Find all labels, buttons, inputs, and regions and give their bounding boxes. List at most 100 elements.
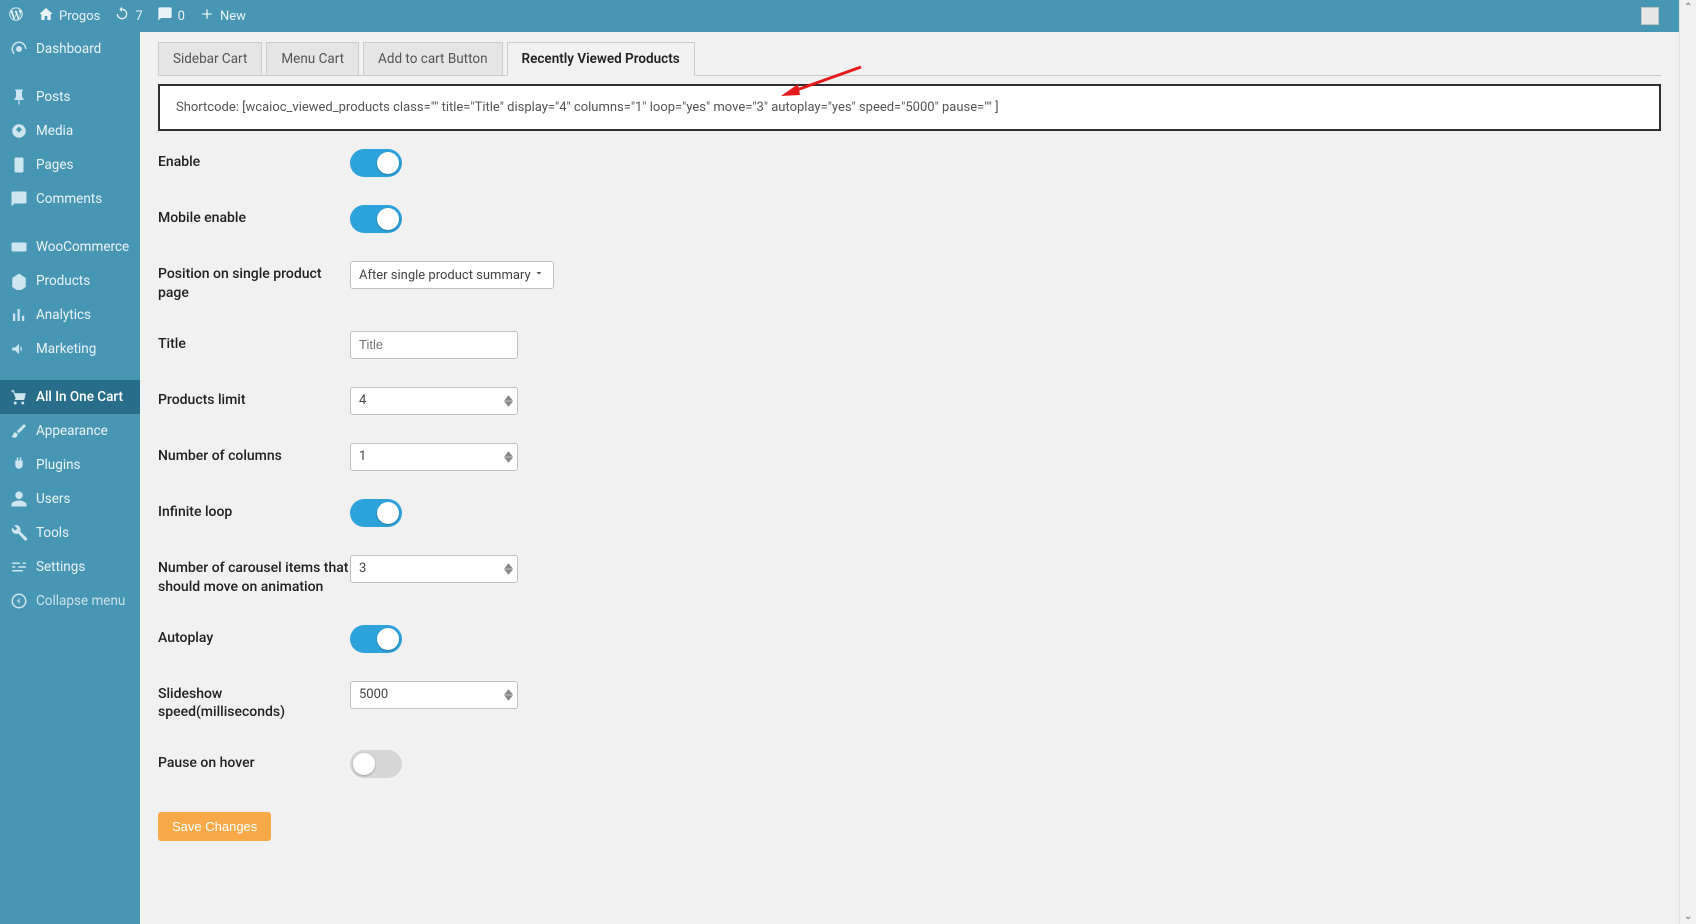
input-title[interactable]	[350, 331, 518, 359]
sidebar-item-all-in-one-cart[interactable]: All In One Cart	[0, 380, 140, 414]
number-value: 3	[359, 561, 504, 576]
save-button[interactable]: Save Changes	[158, 812, 271, 841]
toggle-autoplay[interactable]	[350, 625, 402, 653]
spinner-icon[interactable]	[504, 451, 513, 463]
my-account[interactable]	[1641, 7, 1659, 25]
field-label-infinite-loop: Infinite loop	[158, 499, 350, 522]
field-label-enable: Enable	[158, 149, 350, 172]
new-link[interactable]: New	[199, 6, 246, 26]
cart-icon	[10, 388, 28, 406]
sidebar-item-label: All In One Cart	[36, 389, 123, 405]
sidebar-item-label: Users	[36, 491, 70, 507]
input-speed[interactable]: 5000	[350, 681, 518, 709]
plus-icon	[199, 6, 215, 26]
home-icon	[38, 6, 54, 26]
plug-icon	[10, 456, 28, 474]
spinner-icon[interactable]	[504, 689, 513, 701]
field-label-num-columns: Number of columns	[158, 443, 350, 466]
wp-logo[interactable]	[8, 6, 24, 26]
number-value: 4	[359, 393, 504, 408]
refresh-icon	[114, 6, 130, 26]
pages-icon	[10, 156, 28, 174]
sidebar-item-settings[interactable]: Settings	[0, 550, 140, 584]
megaphone-icon	[10, 340, 28, 358]
user-icon	[10, 490, 28, 508]
comments-link[interactable]: 0	[157, 6, 185, 26]
sidebar-item-pages[interactable]: Pages	[0, 148, 140, 182]
input-num-columns[interactable]: 1	[350, 443, 518, 471]
toggle-pause-hover[interactable]	[350, 750, 402, 778]
brush-icon	[10, 422, 28, 440]
products-icon	[10, 272, 28, 290]
field-label-speed: Slideshow speed(milliseconds)	[158, 681, 350, 723]
sidebar-item-label: Plugins	[36, 457, 81, 473]
wordpress-icon	[8, 6, 24, 26]
select-position[interactable]: After single product summary	[350, 261, 554, 289]
field-label-position: Position on single product page	[158, 261, 350, 303]
pin-icon	[10, 88, 28, 106]
toggle-mobile-enable[interactable]	[350, 205, 402, 233]
tab-menu-cart[interactable]: Menu Cart	[266, 42, 359, 75]
avatar	[1641, 7, 1659, 25]
sidebar-item-label: Posts	[36, 89, 70, 105]
spinner-icon[interactable]	[504, 563, 513, 575]
shortcode-text: Shortcode: [wcaioc_viewed_products class…	[176, 100, 999, 115]
sidebar-item-marketing[interactable]: Marketing	[0, 332, 140, 366]
sidebar-item-products[interactable]: Products	[0, 264, 140, 298]
comment-icon	[10, 190, 28, 208]
scroll-down-icon: ⌄	[1684, 911, 1692, 922]
tab-label: Sidebar Cart	[173, 51, 247, 67]
field-label-pause-hover: Pause on hover	[158, 750, 350, 773]
scroll-up-icon: ⌃	[1684, 2, 1692, 13]
sidebar-item-woocommerce[interactable]: WooCommerce	[0, 230, 140, 264]
tab-label: Add to cart Button	[378, 51, 488, 67]
sidebar-item-label: Marketing	[36, 341, 96, 357]
sliders-icon	[10, 558, 28, 576]
tab-add-to-cart-button[interactable]: Add to cart Button	[363, 42, 503, 75]
field-label-title: Title	[158, 331, 350, 354]
updates-count: 7	[135, 9, 142, 24]
media-icon	[10, 122, 28, 140]
sidebar-item-posts[interactable]: Posts	[0, 80, 140, 114]
field-label-products-limit: Products limit	[158, 387, 350, 410]
site-name-label: Progos	[59, 9, 100, 24]
tab-label: Recently Viewed Products	[522, 51, 680, 67]
woo-icon	[10, 238, 28, 256]
sidebar-item-label: Media	[36, 123, 73, 139]
tab-recently-viewed-products[interactable]: Recently Viewed Products	[507, 42, 695, 76]
input-products-limit[interactable]: 4	[350, 387, 518, 415]
input-carousel-move[interactable]: 3	[350, 555, 518, 583]
sidebar-collapse[interactable]: Collapse menu	[0, 584, 140, 618]
field-label-autoplay: Autoplay	[158, 625, 350, 648]
tab-sidebar-cart[interactable]: Sidebar Cart	[158, 42, 262, 75]
sidebar-item-media[interactable]: Media	[0, 114, 140, 148]
sidebar-item-label: Tools	[36, 525, 69, 541]
number-value: 5000	[359, 687, 504, 702]
dashboard-icon	[10, 40, 28, 58]
sidebar-item-label: Dashboard	[36, 41, 101, 57]
comment-icon	[157, 6, 173, 26]
sidebar-item-dashboard[interactable]: Dashboard	[0, 32, 140, 66]
settings-tabs: Sidebar Cart Menu Cart Add to cart Butto…	[158, 42, 1661, 76]
sidebar-item-tools[interactable]: Tools	[0, 516, 140, 550]
sidebar-item-label: Products	[36, 273, 90, 289]
spinner-icon[interactable]	[504, 395, 513, 407]
sidebar-item-analytics[interactable]: Analytics	[0, 298, 140, 332]
sidebar-item-appearance[interactable]: Appearance	[0, 414, 140, 448]
page-scrollbar[interactable]: ⌃ ⌄	[1679, 0, 1696, 924]
sidebar-item-label: Collapse menu	[36, 593, 125, 609]
number-value: 1	[359, 449, 504, 464]
sidebar-item-comments[interactable]: Comments	[0, 182, 140, 216]
sidebar-item-plugins[interactable]: Plugins	[0, 448, 140, 482]
field-label-mobile-enable: Mobile enable	[158, 205, 350, 228]
toggle-enable[interactable]	[350, 149, 402, 177]
toggle-infinite-loop[interactable]	[350, 499, 402, 527]
save-button-label: Save Changes	[172, 819, 257, 834]
chevron-down-icon	[533, 267, 545, 283]
sidebar-item-label: WooCommerce	[36, 239, 129, 255]
main-content: Sidebar Cart Menu Cart Add to cart Butto…	[140, 32, 1679, 924]
site-name-link[interactable]: Progos	[38, 6, 100, 26]
admin-bar: Progos 7 0 New	[0, 0, 1679, 32]
updates-link[interactable]: 7	[114, 6, 142, 26]
sidebar-item-users[interactable]: Users	[0, 482, 140, 516]
